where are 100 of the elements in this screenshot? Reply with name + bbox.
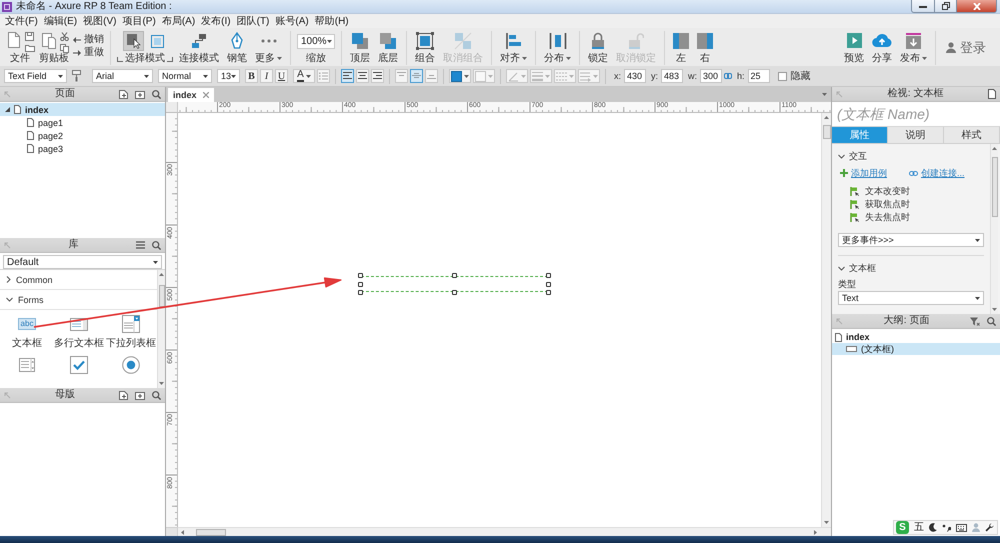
chevron-right-icon[interactable] — [6, 276, 11, 283]
menu-item[interactable]: 账号(A) — [272, 14, 312, 28]
scroll-up-arrow-icon[interactable] — [824, 116, 829, 119]
page-tree-item[interactable]: index — [0, 103, 165, 116]
input-mode-label[interactable]: 五 — [914, 522, 924, 534]
minimize-button[interactable] — [911, 0, 935, 13]
scrollbar[interactable] — [990, 144, 998, 314]
outline-item[interactable]: (文本框) — [832, 343, 1000, 355]
left-pane-button[interactable]: 左 — [671, 31, 691, 64]
page-tree-item[interactable]: page2 — [0, 129, 165, 142]
action-link[interactable]: 添加用例 — [840, 166, 887, 180]
scrollbar-thumb[interactable] — [158, 285, 164, 307]
wrench-icon[interactable] — [985, 523, 994, 532]
w-field[interactable]: 300 — [700, 69, 722, 83]
copy-icon[interactable] — [60, 44, 68, 53]
publish-button[interactable]: 发布 — [898, 31, 929, 64]
widget-type-dropdown[interactable]: Text Field — [4, 69, 67, 83]
clipboard-icon[interactable] — [40, 31, 58, 49]
filter-icon[interactable] — [970, 316, 980, 326]
y-field[interactable]: 483 — [661, 69, 684, 83]
scroll-left-arrow-icon[interactable] — [181, 530, 184, 534]
add-page-icon[interactable] — [119, 89, 128, 99]
page-tree-item[interactable]: page3 — [0, 142, 165, 155]
menu-item[interactable]: 文件(F) — [2, 14, 41, 28]
hidden-checkbox[interactable] — [778, 72, 787, 80]
scroll-down-arrow-icon[interactable] — [159, 382, 164, 385]
italic-button[interactable]: I — [260, 69, 273, 83]
action-link[interactable]: 创建连接... — [909, 166, 965, 180]
scroll-right-arrow-icon[interactable] — [814, 530, 817, 534]
widget-item[interactable]: 多行文本框 — [53, 314, 105, 349]
library-dropdown[interactable]: Default — [3, 255, 162, 269]
menu-item[interactable]: 发布(I) — [198, 14, 234, 28]
search-icon[interactable] — [152, 240, 161, 250]
align-center-button[interactable] — [356, 69, 369, 83]
format-painter-icon[interactable] — [72, 70, 82, 82]
chevron-down-icon[interactable] — [838, 266, 845, 271]
underline-button[interactable]: U — [275, 69, 288, 83]
connect-button[interactable]: 连接模式 — [177, 31, 221, 64]
intersect-select-button[interactable] — [122, 31, 144, 51]
right-pane-button[interactable]: 右 — [695, 31, 715, 64]
font-size-dropdown[interactable]: 13 — [217, 69, 240, 83]
chevron-down-icon[interactable] — [6, 297, 13, 302]
scroll-up-arrow-icon[interactable] — [992, 147, 997, 150]
zoom-dropdown[interactable]: 100% — [297, 34, 335, 49]
send-to-back-button[interactable]: 底层 — [376, 31, 400, 64]
search-icon[interactable] — [987, 316, 996, 326]
menu-item[interactable]: 布局(A) — [158, 14, 198, 28]
type-dropdown[interactable]: Text — [838, 291, 984, 305]
menu-item[interactable]: 团队(T) — [234, 14, 272, 28]
keyboard-icon[interactable] — [956, 524, 967, 532]
section-header[interactable]: 文本框 — [838, 262, 984, 275]
redo-button[interactable]: 重做 — [73, 47, 104, 59]
chevron-down-icon[interactable] — [838, 154, 845, 159]
close-button[interactable] — [957, 0, 997, 13]
widget-item[interactable]: 下拉列表框 — [105, 314, 157, 349]
add-folder-icon[interactable] — [135, 90, 145, 98]
punctuation-icon[interactable] — [942, 524, 951, 532]
font-style-dropdown[interactable]: Normal — [158, 69, 212, 83]
font-family-dropdown[interactable]: Arial — [92, 69, 153, 83]
widget-item[interactable]: abc 文本框 — [1, 314, 53, 349]
more-button[interactable]: 更多 — [253, 31, 284, 64]
caret-icon[interactable] — [822, 93, 827, 96]
outline-item[interactable]: index — [832, 331, 1000, 343]
folder-icon[interactable] — [25, 44, 35, 52]
event-item[interactable]: 文本改变时 — [850, 185, 984, 198]
page-tree-item[interactable]: page1 — [0, 116, 165, 129]
moon-icon[interactable] — [929, 523, 937, 532]
event-item[interactable]: 获取焦点时 — [850, 198, 984, 211]
align-button[interactable]: 对齐 — [498, 31, 529, 64]
chain-link-icon[interactable] — [724, 72, 732, 80]
menu-item[interactable]: 视图(V) — [80, 14, 120, 28]
x-field[interactable]: 430 — [624, 69, 646, 83]
scrollbar[interactable] — [157, 270, 165, 388]
expanded-triangle-icon[interactable] — [5, 107, 10, 112]
add-folder-icon[interactable] — [135, 390, 145, 400]
bring-to-front-button[interactable]: 顶层 — [348, 31, 372, 64]
scrollbar-thumb[interactable] — [992, 157, 998, 217]
scroll-down-arrow-icon[interactable] — [824, 521, 829, 524]
search-icon[interactable] — [152, 390, 161, 400]
page-icon[interactable] — [5, 31, 23, 49]
save-icon[interactable] — [25, 32, 34, 41]
close-icon[interactable] — [202, 92, 209, 98]
scrollbar[interactable] — [178, 527, 831, 536]
scroll-up-arrow-icon[interactable] — [159, 273, 164, 276]
preview-button[interactable]: 预览 — [842, 31, 866, 64]
menu-item[interactable]: 编辑(E) — [40, 14, 80, 28]
events-dropdown[interactable]: 更多事件>>> — [838, 233, 984, 247]
scrollbar-thumb[interactable] — [822, 125, 830, 139]
document-icon[interactable] — [988, 89, 996, 99]
menu-item[interactable]: 项目(P) — [119, 14, 159, 28]
align-left-button[interactable] — [341, 69, 354, 83]
menu-icon[interactable] — [136, 241, 145, 249]
event-item[interactable]: 失去焦点时 — [850, 211, 984, 224]
align-right-button[interactable] — [371, 69, 384, 83]
distribute-button[interactable]: 分布 — [542, 31, 573, 64]
menu-item[interactable]: 帮助(H) — [312, 14, 352, 28]
lock-button[interactable]: 锁定 — [586, 31, 610, 64]
bold-button[interactable]: B — [245, 69, 258, 83]
resize-handle[interactable] — [452, 273, 457, 278]
resize-handle[interactable] — [452, 290, 457, 295]
